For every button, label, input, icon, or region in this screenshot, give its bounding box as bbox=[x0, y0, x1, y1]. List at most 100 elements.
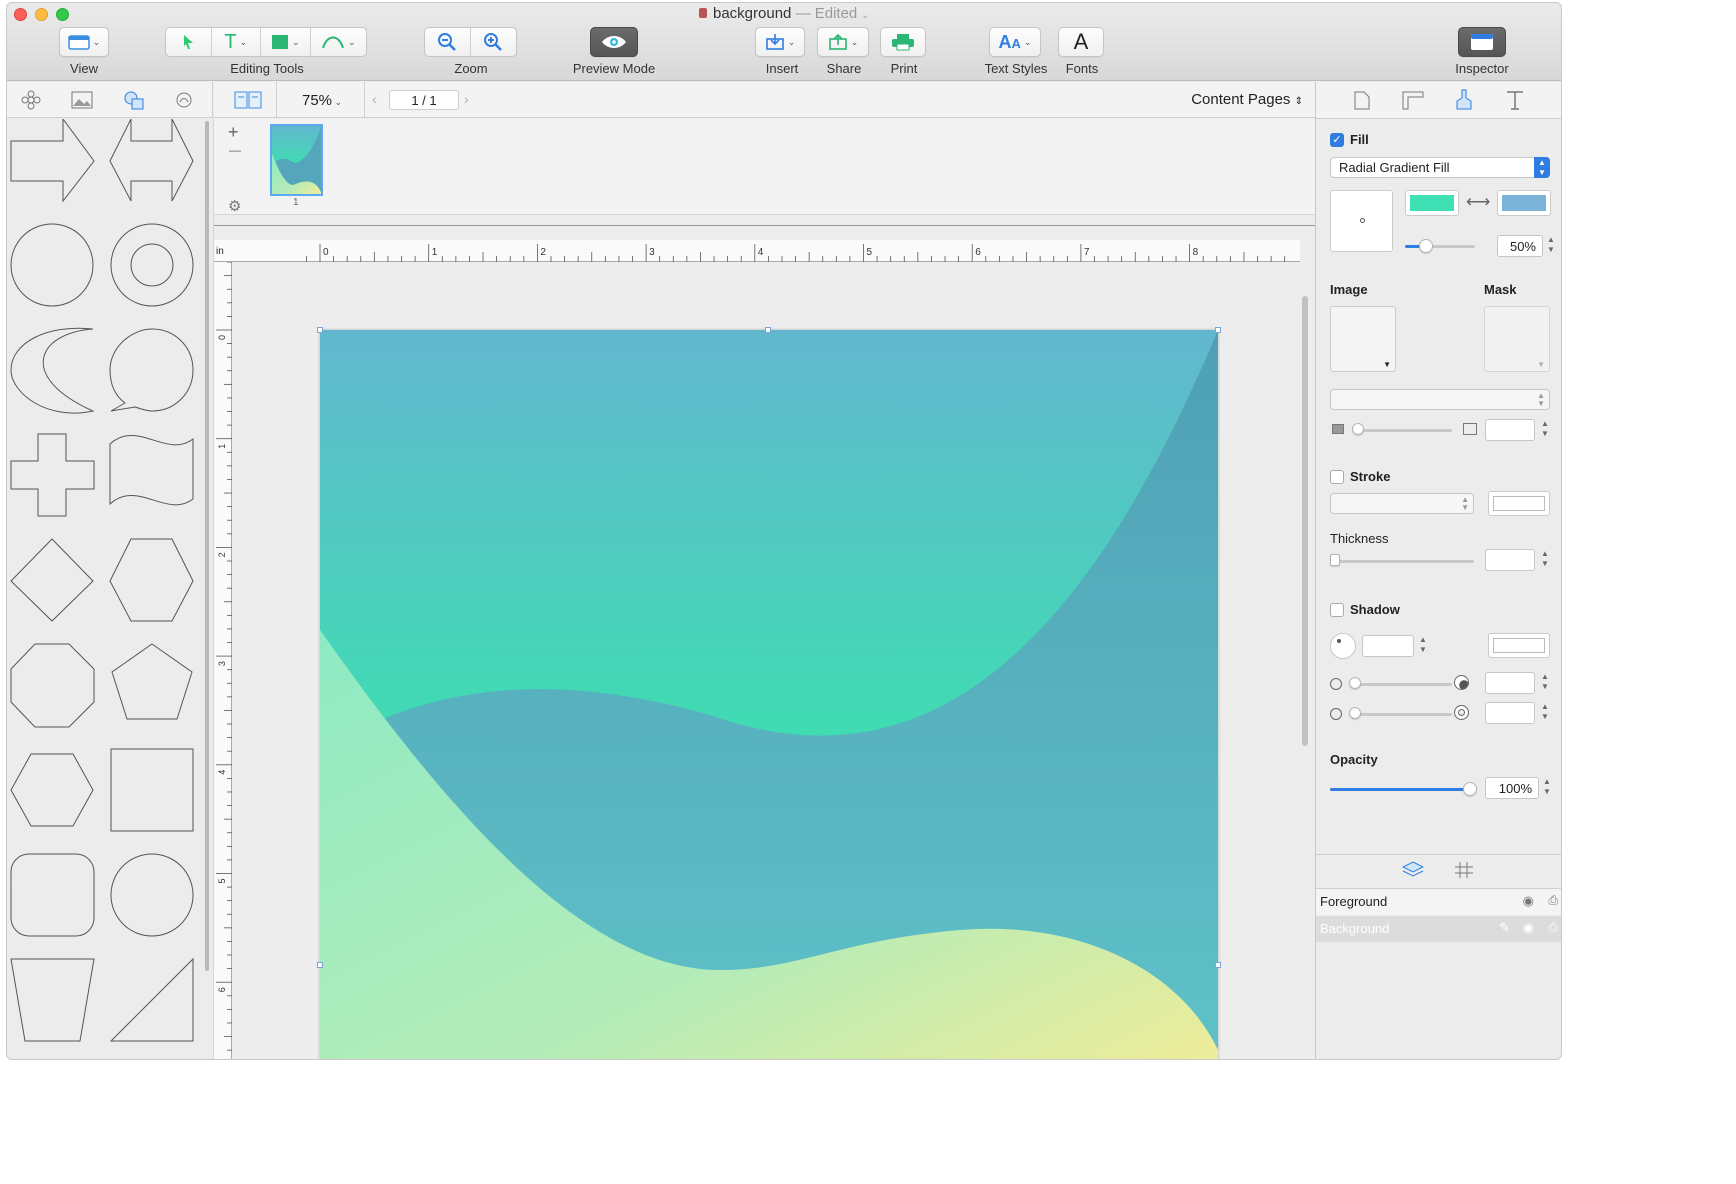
select-tool-button[interactable] bbox=[166, 28, 212, 56]
zoom-in-button[interactable] bbox=[471, 28, 517, 56]
thickness-stepper[interactable]: ▲ ▼ bbox=[1540, 549, 1550, 571]
opacity-field[interactable]: 100% bbox=[1485, 777, 1539, 799]
rounded-square-shape[interactable] bbox=[10, 853, 95, 937]
shadow-blur-knob[interactable] bbox=[1349, 707, 1361, 719]
flower-icon[interactable] bbox=[21, 90, 41, 110]
shadow-angle-dial[interactable] bbox=[1330, 633, 1356, 659]
gear-icon[interactable]: ⚙ bbox=[228, 197, 241, 215]
background-artwork[interactable] bbox=[320, 330, 1218, 1060]
image-well[interactable]: ▼ bbox=[1330, 306, 1396, 372]
text-tool-button[interactable]: T ⌄ bbox=[212, 28, 262, 56]
shadow-offset-stepper[interactable]: ▲ ▼ bbox=[1540, 672, 1550, 694]
gradient-start-color-well[interactable] bbox=[1405, 190, 1459, 216]
trapezoid-shape[interactable] bbox=[10, 958, 95, 1042]
gradient-stepper[interactable]: ▲ ▼ bbox=[1546, 235, 1556, 257]
fill-checkbox[interactable]: ✓ bbox=[1330, 133, 1344, 147]
page-number-field[interactable]: 1 / 1 bbox=[389, 90, 459, 110]
thickness-field[interactable] bbox=[1485, 549, 1535, 571]
rounded-circle-shape[interactable] bbox=[110, 853, 194, 937]
pentagon-shape[interactable] bbox=[111, 643, 193, 720]
stroke-checkbox[interactable] bbox=[1330, 470, 1344, 484]
selection-handle[interactable] bbox=[1215, 327, 1221, 333]
wave-shape[interactable] bbox=[109, 435, 194, 506]
hexagon-flat-shape[interactable] bbox=[10, 753, 94, 827]
layers-icon[interactable] bbox=[1402, 860, 1424, 880]
zoom-out-button[interactable] bbox=[425, 28, 471, 56]
zoom-popup[interactable]: 75% ⌄ bbox=[302, 92, 342, 109]
fonts-button[interactable]: A bbox=[1058, 27, 1104, 57]
pen-tool-button[interactable]: ⌄ bbox=[311, 28, 366, 56]
remove-page-button[interactable]: — bbox=[229, 143, 241, 157]
document-tab-icon[interactable] bbox=[1354, 91, 1370, 110]
mask-well[interactable]: ▼ bbox=[1484, 306, 1550, 372]
eye-icon[interactable]: ◉ bbox=[1523, 893, 1534, 909]
document-page[interactable] bbox=[320, 330, 1218, 1060]
selection-handle[interactable] bbox=[1215, 962, 1221, 968]
image-scale-knob[interactable] bbox=[1352, 423, 1364, 435]
page-thumbnail[interactable] bbox=[270, 124, 323, 196]
chevron-down-icon[interactable]: ⌄ bbox=[861, 10, 869, 20]
eye-icon[interactable]: ◉ bbox=[1523, 920, 1534, 936]
right-arrow-shape[interactable] bbox=[10, 119, 95, 203]
paintbrush-tab-icon[interactable] bbox=[1454, 89, 1474, 111]
text-tab-icon[interactable] bbox=[1506, 91, 1524, 110]
image-scale-stepper[interactable]: ▲ ▼ bbox=[1540, 419, 1550, 441]
shadow-angle-stepper[interactable]: ▲ ▼ bbox=[1418, 635, 1428, 657]
thickness-knob[interactable] bbox=[1330, 554, 1340, 566]
layer-row-foreground[interactable]: Foreground ◉ ⎙ bbox=[1316, 889, 1561, 915]
previous-page-button[interactable]: ‹ bbox=[372, 91, 377, 107]
gradient-percent-field[interactable]: 50% bbox=[1497, 235, 1543, 257]
image-scale-slider[interactable] bbox=[1352, 429, 1452, 432]
image-icon[interactable] bbox=[71, 91, 93, 109]
shadow-offset-knob[interactable] bbox=[1349, 677, 1361, 689]
opacity-slider-knob[interactable] bbox=[1463, 782, 1477, 796]
shapes-icon[interactable] bbox=[123, 90, 145, 110]
swap-colors-icon[interactable]: ⟷ bbox=[1466, 192, 1490, 212]
crescent-shape[interactable] bbox=[10, 327, 95, 414]
grid-icon[interactable] bbox=[1454, 861, 1474, 879]
content-pages-popup[interactable]: Content Pages ⇕ bbox=[1191, 91, 1303, 108]
selection-handle[interactable] bbox=[317, 962, 323, 968]
shadow-offset-slider[interactable] bbox=[1352, 683, 1452, 686]
speech-bubble-shape[interactable] bbox=[109, 328, 194, 412]
octagon-shape[interactable] bbox=[10, 643, 95, 728]
shadow-checkbox[interactable] bbox=[1330, 603, 1344, 617]
ruler-tab-icon[interactable] bbox=[1402, 91, 1424, 110]
share-button[interactable]: ⌄ bbox=[817, 27, 869, 57]
printer-icon[interactable]: ⎙ bbox=[1548, 893, 1558, 908]
square-shape[interactable] bbox=[110, 748, 194, 832]
shadow-blur-stepper[interactable]: ▲ ▼ bbox=[1540, 702, 1550, 724]
clipart-icon[interactable] bbox=[174, 90, 194, 110]
gradient-center-point[interactable] bbox=[1360, 218, 1365, 223]
insert-button[interactable]: ⌄ bbox=[755, 27, 805, 57]
stroke-color-well[interactable] bbox=[1488, 491, 1550, 516]
image-mode-popup[interactable]: ▲ ▼ bbox=[1330, 389, 1550, 410]
layer-row-background[interactable]: Background ✎ ◉ ⎙ bbox=[1316, 916, 1561, 942]
right-triangle-shape[interactable] bbox=[109, 957, 194, 1042]
stroke-style-popup[interactable]: ▲ ▼ bbox=[1330, 493, 1474, 514]
print-button[interactable] bbox=[880, 27, 926, 57]
selection-handle[interactable] bbox=[317, 327, 323, 333]
shadow-color-well[interactable] bbox=[1488, 633, 1550, 658]
fill-type-popup[interactable]: Radial Gradient Fill ▲ ▼ bbox=[1330, 157, 1550, 178]
selection-handle[interactable] bbox=[765, 327, 771, 333]
pencil-icon[interactable]: ✎ bbox=[1499, 920, 1510, 936]
book-view-icon[interactable] bbox=[234, 91, 262, 109]
left-right-arrow-shape[interactable] bbox=[109, 119, 194, 202]
next-page-button[interactable]: › bbox=[464, 91, 469, 107]
cross-shape[interactable] bbox=[10, 433, 95, 517]
library-scrollbar[interactable] bbox=[205, 121, 209, 971]
gradient-end-color-well[interactable] bbox=[1497, 190, 1551, 216]
diamond-shape[interactable] bbox=[10, 538, 94, 622]
shadow-offset-field[interactable] bbox=[1485, 672, 1535, 694]
add-page-button[interactable]: + bbox=[228, 122, 239, 143]
ring-shape[interactable] bbox=[110, 223, 194, 307]
opacity-stepper[interactable]: ▲ ▼ bbox=[1542, 777, 1552, 799]
circle-shape[interactable] bbox=[10, 223, 94, 307]
inspector-button[interactable] bbox=[1458, 27, 1506, 57]
shadow-angle-field[interactable] bbox=[1362, 635, 1414, 657]
text-styles-button[interactable]: AA ⌄ bbox=[989, 27, 1041, 57]
hexagon-shape[interactable] bbox=[109, 538, 194, 622]
preview-mode-button[interactable] bbox=[590, 27, 638, 57]
gradient-center-well[interactable] bbox=[1330, 190, 1393, 252]
